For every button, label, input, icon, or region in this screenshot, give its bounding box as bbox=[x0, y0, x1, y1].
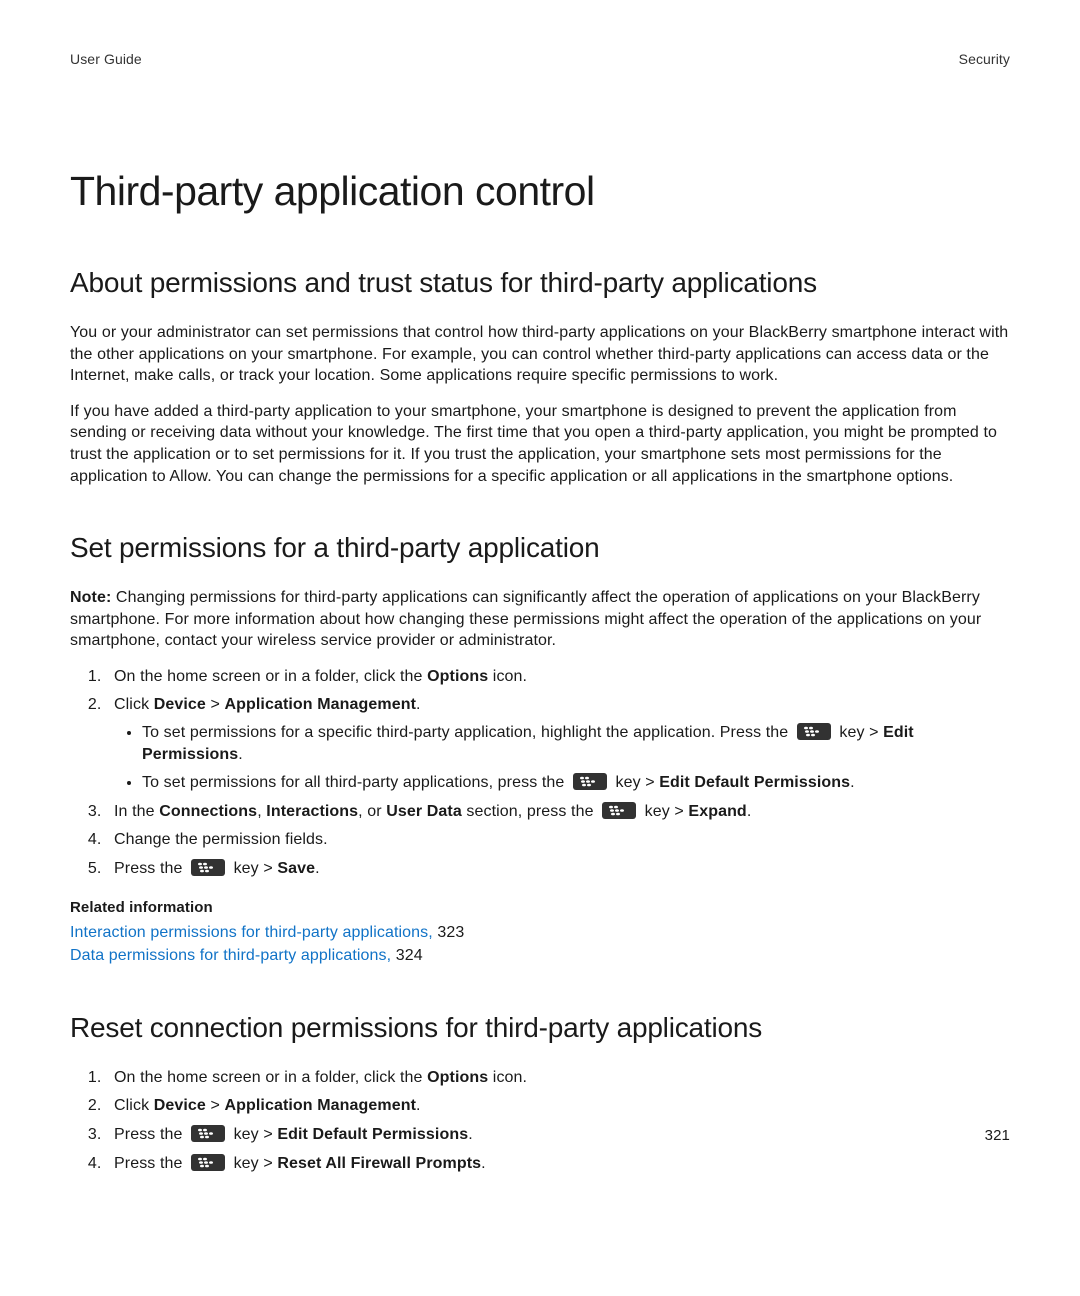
userdata-bold: User Data bbox=[386, 803, 462, 820]
section-set-permissions: Set permissions for a third-party applic… bbox=[70, 529, 1010, 967]
text: On the home screen or in a folder, click… bbox=[114, 1069, 427, 1086]
text: > bbox=[206, 1097, 225, 1114]
text: To set permissions for all third-party a… bbox=[142, 774, 569, 791]
text: . bbox=[315, 860, 320, 877]
blackberry-key-icon bbox=[573, 773, 607, 790]
reset-heading: Reset connection permissions for third-p… bbox=[70, 1009, 1010, 1047]
text: Click bbox=[114, 1097, 154, 1114]
blackberry-key-icon bbox=[191, 859, 225, 876]
text: Click bbox=[114, 696, 154, 713]
about-paragraph-2: If you have added a third-party applicat… bbox=[70, 401, 1010, 487]
set-step-5: Press the key > Save. bbox=[106, 858, 1010, 880]
section-reset: Reset connection permissions for third-p… bbox=[70, 1009, 1010, 1174]
blackberry-key-icon bbox=[191, 1125, 225, 1142]
header-left: User Guide bbox=[70, 50, 142, 69]
set-note: Note: Changing permissions for third-par… bbox=[70, 587, 1010, 652]
about-heading: About permissions and trust status for t… bbox=[70, 264, 1010, 302]
text: . bbox=[747, 803, 752, 820]
device-bold: Device bbox=[154, 1097, 206, 1114]
text: Press the bbox=[114, 1155, 187, 1172]
note-body: Changing permissions for third-party app… bbox=[70, 589, 981, 649]
page-header: User Guide Security bbox=[70, 50, 1010, 69]
text: key > bbox=[640, 803, 688, 820]
expand-bold: Expand bbox=[688, 803, 746, 820]
related-link-2[interactable]: Data permissions for third-party applica… bbox=[70, 947, 396, 964]
reset-steps: On the home screen or in a folder, click… bbox=[70, 1067, 1010, 1174]
text: On the home screen or in a folder, click… bbox=[114, 668, 427, 685]
text: . bbox=[850, 774, 855, 791]
device-bold: Device bbox=[154, 696, 206, 713]
related-link-1-row: Interaction permissions for third-party … bbox=[70, 922, 1010, 944]
header-right: Security bbox=[959, 50, 1010, 69]
text: To set permissions for a specific third-… bbox=[142, 724, 793, 741]
reset-step-3: Press the key > Edit Default Permissions… bbox=[106, 1124, 1010, 1146]
bullet-all-apps: To set permissions for all third-party a… bbox=[142, 772, 1010, 794]
set-step-1: On the home screen or in a folder, click… bbox=[106, 666, 1010, 688]
set-step-3: In the Connections, Interactions, or Use… bbox=[106, 801, 1010, 823]
text: , bbox=[257, 803, 266, 820]
reset-step-1: On the home screen or in a folder, click… bbox=[106, 1067, 1010, 1089]
options-bold: Options bbox=[427, 668, 488, 685]
note-label: Note: bbox=[70, 589, 111, 606]
reset-step-2: Click Device > Application Management. bbox=[106, 1095, 1010, 1117]
text: key > bbox=[229, 1155, 277, 1172]
text: . bbox=[481, 1155, 486, 1172]
related-link-1-page: 323 bbox=[437, 924, 464, 941]
connections-bold: Connections bbox=[159, 803, 257, 820]
reset-firewall-bold: Reset All Firewall Prompts bbox=[277, 1155, 481, 1172]
edit-default-permissions-bold: Edit Default Permissions bbox=[277, 1126, 468, 1143]
text: . bbox=[416, 696, 421, 713]
set-heading: Set permissions for a third-party applic… bbox=[70, 529, 1010, 567]
document-page: User Guide Security Third-party applicat… bbox=[0, 0, 1080, 1296]
set-step-2-bullets: To set permissions for a specific third-… bbox=[114, 722, 1010, 794]
text: > bbox=[206, 696, 225, 713]
set-steps: On the home screen or in a folder, click… bbox=[70, 666, 1010, 880]
text: Press the bbox=[114, 1126, 187, 1143]
text: icon. bbox=[488, 668, 527, 685]
related-link-1[interactable]: Interaction permissions for third-party … bbox=[70, 924, 437, 941]
text: . bbox=[238, 746, 243, 763]
text: key > bbox=[835, 724, 883, 741]
set-step-4: Change the permission fields. bbox=[106, 829, 1010, 851]
text: In the bbox=[114, 803, 159, 820]
blackberry-key-icon bbox=[602, 802, 636, 819]
text: key > bbox=[229, 860, 277, 877]
text: . bbox=[416, 1097, 421, 1114]
page-number: 321 bbox=[985, 1126, 1010, 1146]
appmgmt-bold: Application Management bbox=[224, 696, 416, 713]
text: , or bbox=[358, 803, 386, 820]
interactions-bold: Interactions bbox=[266, 803, 358, 820]
related-link-2-page: 324 bbox=[396, 947, 423, 964]
text: . bbox=[468, 1126, 473, 1143]
related-info-title: Related information bbox=[70, 898, 1010, 918]
reset-step-4: Press the key > Reset All Firewall Promp… bbox=[106, 1153, 1010, 1175]
blackberry-key-icon bbox=[191, 1154, 225, 1171]
text: icon. bbox=[488, 1069, 527, 1086]
blackberry-key-icon bbox=[797, 723, 831, 740]
about-paragraph-1: You or your administrator can set permis… bbox=[70, 322, 1010, 387]
text: key > bbox=[611, 774, 659, 791]
text: key > bbox=[229, 1126, 277, 1143]
related-link-2-row: Data permissions for third-party applica… bbox=[70, 945, 1010, 967]
text: section, press the bbox=[462, 803, 598, 820]
text: Press the bbox=[114, 860, 187, 877]
bullet-specific-app: To set permissions for a specific third-… bbox=[142, 722, 1010, 765]
page-title: Third-party application control bbox=[70, 164, 1010, 219]
set-step-2: Click Device > Application Management. T… bbox=[106, 694, 1010, 793]
save-bold: Save bbox=[277, 860, 315, 877]
appmgmt-bold: Application Management bbox=[224, 1097, 416, 1114]
edit-default-permissions-bold: Edit Default Permissions bbox=[659, 774, 850, 791]
section-about: About permissions and trust status for t… bbox=[70, 264, 1010, 487]
options-bold: Options bbox=[427, 1069, 488, 1086]
